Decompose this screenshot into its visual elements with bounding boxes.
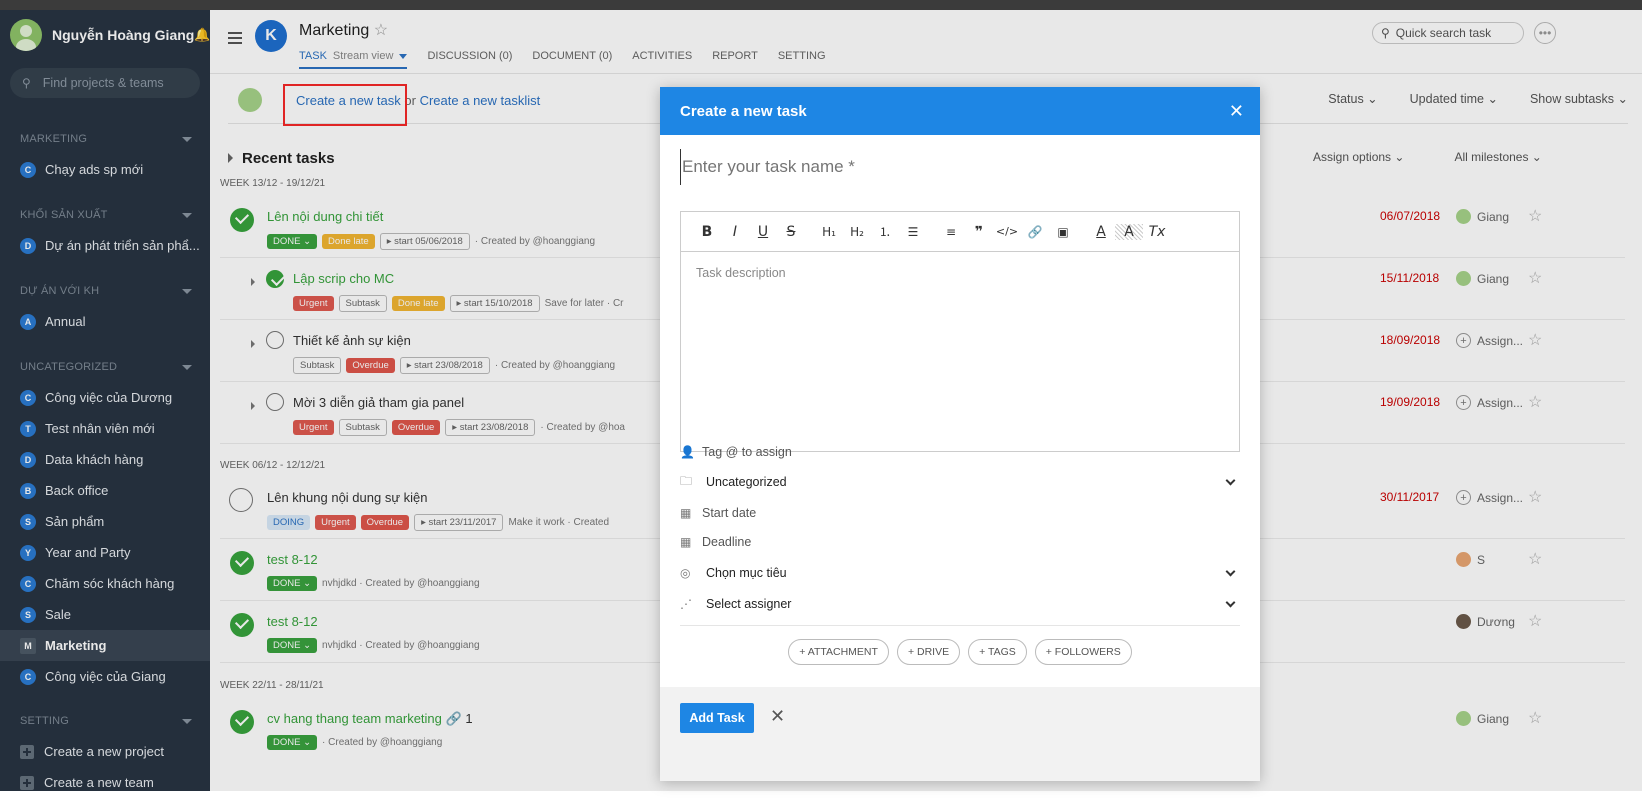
image-icon[interactable]: ▣ [1049,225,1077,239]
chevron-down-icon [1225,475,1236,486]
window-top-strip [0,0,1642,10]
heading2-icon[interactable]: H₂ [843,225,871,239]
calendar-icon: ▦ [680,535,692,549]
chevron-down-icon [1225,566,1236,577]
modal-title: Create a new task [680,102,807,120]
attachment-options: + ATTACHMENT + DRIVE + TAGS + FOLLOWERS [660,639,1260,665]
close-icon[interactable]: ✕ [770,706,785,727]
check-circle-icon: ◎ [680,566,691,580]
folder-select[interactable]: 🗀 Uncategorized [680,468,1240,496]
chevron-down-icon [1225,597,1236,608]
description-input[interactable]: Task description [681,252,1239,294]
description-editor: B I U S H₁ H₂ ⒈ ☰ ≡ ❞ </> 🔗 ▣ A A Tx Tas… [680,211,1240,452]
goal-select[interactable]: ◎ Chọn mục tiêu [680,559,1240,587]
share-icon: ⋰ [680,597,692,611]
heading1-icon[interactable]: H₁ [815,225,843,239]
italic-icon[interactable]: I [721,224,749,240]
ordered-list-icon[interactable]: ⒈ [871,223,899,240]
create-task-modal: Create a new task ✕ B I U S H₁ H₂ ⒈ ☰ ≡ … [660,87,1260,781]
start-date-field[interactable]: ▦ Start date [680,499,1240,527]
tag-assign-field[interactable]: 👤 Tag @ to assign [680,438,1240,466]
bold-icon[interactable]: B [693,224,721,240]
bullet-list-icon[interactable]: ☰ [899,225,927,239]
code-icon[interactable]: </> [993,225,1021,238]
strikethrough-icon[interactable]: S [777,224,805,240]
add-drive-button[interactable]: + DRIVE [896,639,961,665]
add-task-button[interactable]: Add Task [680,703,754,733]
divider [680,625,1240,626]
add-attachment-button[interactable]: + ATTACHMENT [788,639,889,665]
background-color-icon[interactable]: A [1115,223,1143,240]
folder-icon: 🗀 [680,473,693,488]
calendar-icon: ▦ [680,506,692,520]
highlight-box [283,84,407,126]
modal-header: Create a new task ✕ [660,87,1260,135]
underline-icon[interactable]: U [749,224,777,240]
quote-icon[interactable]: ❞ [965,224,993,240]
align-icon[interactable]: ≡ [937,225,965,239]
user-icon: 👤 [680,445,695,459]
close-icon[interactable]: ✕ [1229,101,1244,122]
editor-toolbar: B I U S H₁ H₂ ⒈ ☰ ≡ ❞ </> 🔗 ▣ A A Tx [681,212,1239,252]
add-followers-button[interactable]: + FOLLOWERS [1034,639,1132,665]
deadline-field[interactable]: ▦ Deadline [680,528,1240,556]
modal-footer: Add Task ✕ [660,687,1260,781]
text-color-icon[interactable]: A [1087,224,1115,240]
link-icon[interactable]: 🔗 [1021,225,1049,239]
assigner-select[interactable]: ⋰ Select assigner [680,590,1240,618]
add-tags-button[interactable]: + TAGS [968,639,1027,665]
task-name-input[interactable] [680,149,1240,185]
clear-format-icon[interactable]: Tx [1143,224,1171,240]
